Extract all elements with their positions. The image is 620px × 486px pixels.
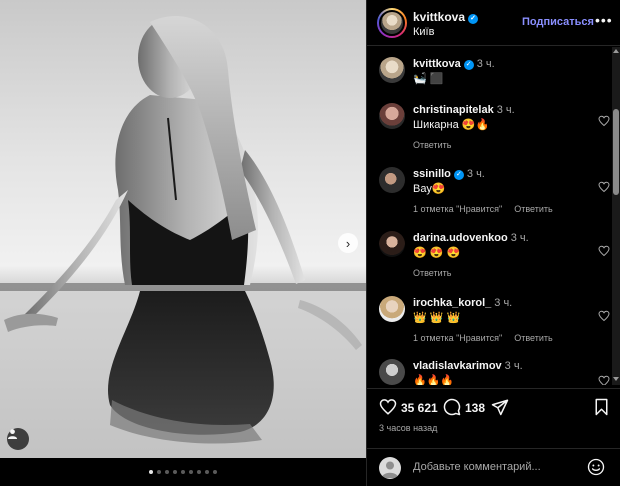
caption-username[interactable]: kvittkova bbox=[413, 58, 461, 70]
carousel-dot bbox=[205, 470, 209, 474]
caption-text: 🛀 ⬛ bbox=[413, 73, 444, 85]
caption-time: 3 ч. bbox=[476, 58, 495, 70]
default-avatar-icon bbox=[382, 461, 398, 478]
verified-badge-icon: ✓ bbox=[468, 14, 479, 24]
tagged-users-button[interactable] bbox=[7, 428, 29, 450]
user-tag-icon bbox=[7, 429, 18, 439]
comment-username[interactable]: irochka_korol_ bbox=[413, 297, 491, 309]
verified-badge-icon: ✓ bbox=[463, 60, 474, 70]
avatar[interactable] bbox=[379, 296, 405, 322]
comment-time: 3 ч. bbox=[466, 168, 485, 180]
reply-button[interactable]: Ответить bbox=[514, 204, 552, 214]
carousel-dot bbox=[173, 470, 177, 474]
more-options-icon[interactable]: ••• bbox=[595, 12, 613, 28]
carousel-dot bbox=[213, 470, 217, 474]
author-username[interactable]: kvittkova bbox=[413, 10, 465, 24]
avatar[interactable] bbox=[379, 57, 405, 83]
comments-list: kvittkova ✓ 3 ч. 🛀 ⬛ christinapitelak 3 ч. … bbox=[367, 47, 615, 385]
heart-icon[interactable] bbox=[598, 375, 610, 385]
comment-username[interactable]: christinapitelak bbox=[413, 104, 494, 116]
add-comment-bar bbox=[367, 448, 620, 486]
scroll-down-icon[interactable] bbox=[613, 377, 619, 381]
avatar[interactable] bbox=[379, 359, 405, 385]
comment-text: 👑 👑 👑 bbox=[413, 312, 461, 324]
avatar bbox=[379, 457, 401, 479]
avatar[interactable] bbox=[379, 231, 405, 257]
comment-time: 3 ч. bbox=[510, 232, 529, 244]
comment-likes[interactable]: 1 отметка "Нравится" bbox=[413, 204, 502, 214]
scroll-up-icon[interactable] bbox=[613, 49, 619, 53]
comment-username[interactable]: vladislavkarimov bbox=[413, 360, 502, 372]
carousel-indicator bbox=[0, 470, 366, 474]
comment-username[interactable]: darina.udovenkoo bbox=[413, 232, 508, 244]
post-media: › bbox=[0, 0, 366, 486]
comment-text: Вау😍 bbox=[413, 183, 446, 195]
story-ring[interactable] bbox=[377, 8, 407, 38]
next-slide-button[interactable]: › bbox=[338, 233, 358, 253]
comment-time: 3 ч. bbox=[494, 297, 513, 309]
heart-icon[interactable] bbox=[598, 181, 610, 193]
avatar[interactable] bbox=[379, 167, 405, 193]
comments-scrollbar[interactable] bbox=[612, 47, 620, 385]
comments-count[interactable]: 138 bbox=[465, 401, 485, 415]
heart-icon[interactable] bbox=[598, 245, 610, 257]
carousel-dot bbox=[157, 470, 161, 474]
comment-likes[interactable]: 1 отметка "Нравится" bbox=[413, 333, 502, 343]
comment-text: 😍 😍 😍 bbox=[413, 247, 461, 259]
reply-button[interactable]: Ответить bbox=[413, 140, 451, 150]
paper-plane-icon[interactable] bbox=[491, 398, 509, 416]
follow-button[interactable]: Подписаться bbox=[522, 16, 594, 28]
comment-bubble-icon[interactable] bbox=[443, 398, 461, 416]
chevron-right-icon: › bbox=[345, 235, 351, 251]
photo-illustration bbox=[0, 15, 366, 458]
post-header: kvittkova ✓ Київ Подписаться ••• bbox=[367, 0, 620, 46]
carousel-dot bbox=[165, 470, 169, 474]
post-actions: 35 621 138 3 часов назад bbox=[367, 388, 620, 448]
carousel-dot bbox=[189, 470, 193, 474]
comment-text: 🔥🔥🔥 bbox=[413, 375, 455, 385]
likes-count[interactable]: 35 621 bbox=[401, 401, 438, 415]
location-label[interactable]: Київ bbox=[413, 26, 434, 38]
post-photo[interactable]: › bbox=[0, 0, 366, 458]
carousel-dot bbox=[149, 470, 153, 474]
comment-input[interactable] bbox=[413, 459, 573, 475]
carousel-dot bbox=[181, 470, 185, 474]
verified-badge-icon: ✓ bbox=[453, 170, 464, 180]
avatar[interactable] bbox=[379, 103, 405, 129]
avatar bbox=[379, 10, 405, 36]
post-sidebar: kvittkova ✓ Київ Подписаться ••• kvittkov… bbox=[366, 0, 620, 486]
scrollbar-thumb[interactable] bbox=[613, 109, 619, 195]
posted-time[interactable]: 3 часов назад bbox=[379, 423, 437, 433]
carousel-dot bbox=[197, 470, 201, 474]
reply-button[interactable]: Ответить bbox=[413, 268, 451, 278]
smiley-icon[interactable] bbox=[587, 458, 605, 476]
comment-username[interactable]: ssinillo bbox=[413, 168, 451, 180]
comment-text: Шикарна 😍🔥 bbox=[413, 119, 490, 131]
reply-button[interactable]: Ответить bbox=[514, 333, 552, 343]
comment-time: 3 ч. bbox=[504, 360, 523, 372]
bookmark-icon[interactable] bbox=[593, 398, 610, 416]
heart-icon[interactable] bbox=[598, 115, 610, 127]
comment-time: 3 ч. bbox=[496, 104, 515, 116]
heart-icon[interactable] bbox=[379, 398, 397, 416]
heart-icon[interactable] bbox=[598, 310, 610, 322]
